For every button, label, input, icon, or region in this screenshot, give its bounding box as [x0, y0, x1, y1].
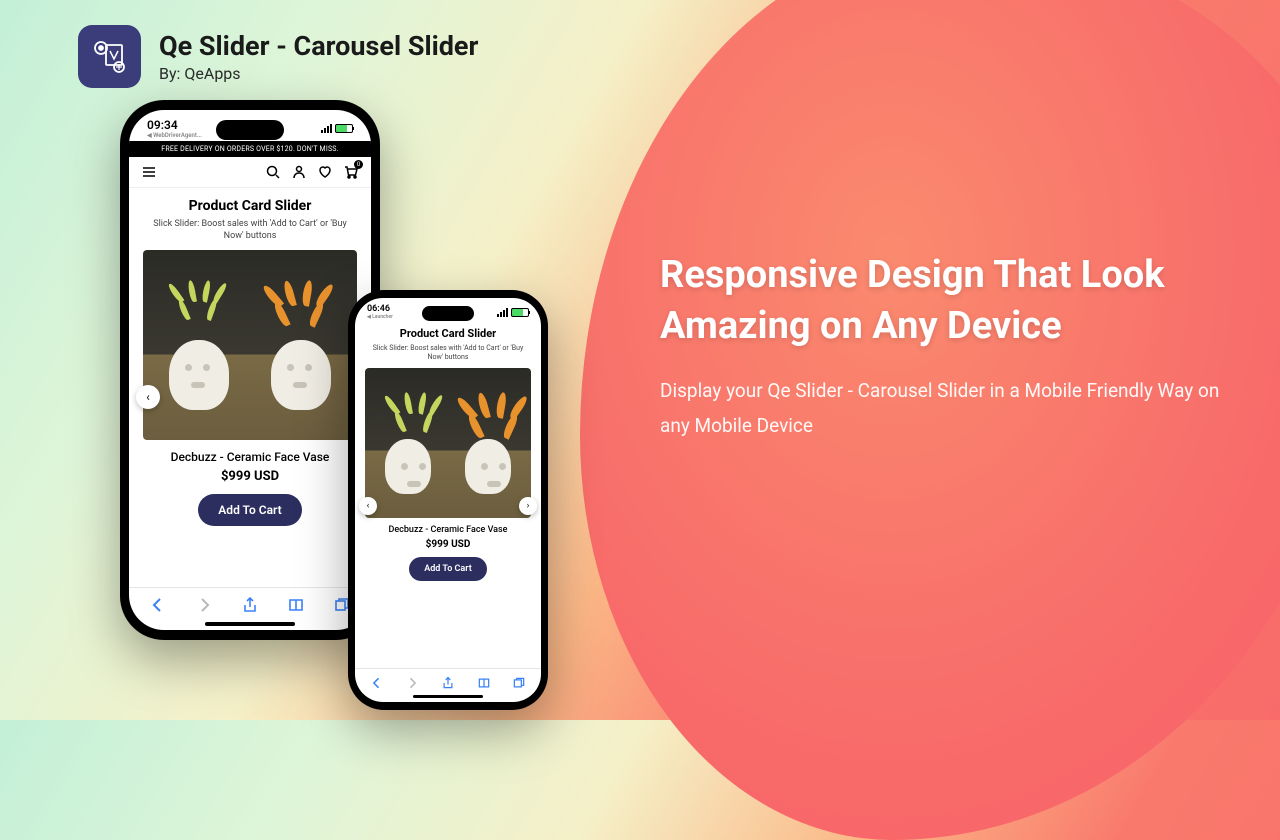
phone-large: 09:34◀ WebDriverAgent... FREE DELIVERY O… — [120, 100, 380, 640]
heart-icon[interactable] — [317, 164, 333, 180]
page-content: Product Card Slider Slick Slider: Boost … — [355, 321, 541, 668]
app-icon — [78, 25, 141, 88]
promo-banner: FREE DELIVERY ON ORDERS OVER $120. DON'T… — [129, 141, 371, 157]
forward-icon[interactable] — [195, 596, 213, 614]
hero-text: Responsive Design That Look Amazing on A… — [660, 250, 1220, 443]
share-icon[interactable] — [441, 675, 455, 689]
phone-small: 06:46◀ Launcher Product Card Slider Slic… — [348, 290, 548, 710]
browser-toolbar — [355, 668, 541, 693]
slider-title: Product Card Slider — [143, 198, 357, 214]
dynamic-island — [216, 120, 284, 140]
signal-icon — [497, 308, 508, 317]
product-image[interactable] — [143, 250, 357, 440]
status-time: 06:46 — [367, 304, 390, 314]
bookmarks-icon[interactable] — [287, 596, 305, 614]
dynamic-island — [422, 306, 474, 321]
home-indicator — [205, 622, 295, 626]
status-time: 09:34 — [147, 118, 178, 132]
battery-icon — [511, 308, 529, 317]
battery-icon — [335, 124, 353, 133]
app-title: Qe Slider - Carousel Slider — [159, 30, 478, 62]
cart-icon[interactable] — [343, 164, 359, 180]
signal-icon — [321, 124, 332, 133]
hero-heading: Responsive Design That Look Amazing on A… — [660, 250, 1220, 353]
app-author: By: QeApps — [159, 64, 478, 83]
site-header — [129, 157, 371, 188]
slider-subtitle: Slick Slider: Boost sales with 'Add to C… — [365, 344, 531, 363]
add-to-cart-button[interactable]: Add To Cart — [198, 494, 301, 526]
page-content: Product Card Slider Slick Slider: Boost … — [129, 188, 371, 587]
back-icon[interactable] — [370, 675, 384, 689]
search-icon[interactable] — [265, 164, 281, 180]
hero-subtext: Display your Qe Slider - Carousel Slider… — [660, 373, 1220, 443]
tabs-icon[interactable] — [512, 675, 526, 689]
carousel-prev-button[interactable]: ‹ — [359, 497, 377, 515]
carousel-next-button[interactable]: › — [519, 497, 537, 515]
browser-toolbar — [129, 587, 371, 620]
status-indicators — [497, 304, 529, 320]
product-name: Decbuzz - Ceramic Face Vase — [143, 450, 357, 464]
status-source: ◀ Launcher — [367, 314, 393, 320]
status-source: ◀ WebDriverAgent... — [147, 132, 202, 139]
product-image[interactable] — [365, 368, 531, 518]
menu-icon[interactable] — [141, 164, 157, 180]
slider-title: Product Card Slider — [365, 327, 531, 340]
home-indicator — [413, 695, 483, 698]
app-header: Qe Slider - Carousel Slider By: QeApps — [78, 25, 478, 88]
back-icon[interactable] — [149, 596, 167, 614]
product-price: $999 USD — [365, 539, 531, 550]
add-to-cart-button[interactable]: Add To Cart — [409, 557, 487, 581]
bookmarks-icon[interactable] — [477, 675, 491, 689]
share-icon[interactable] — [241, 596, 259, 614]
status-indicators — [321, 118, 353, 139]
user-icon[interactable] — [291, 164, 307, 180]
forward-icon[interactable] — [405, 675, 419, 689]
product-name: Decbuzz - Ceramic Face Vase — [365, 525, 531, 535]
product-price: $999 USD — [143, 469, 357, 484]
slider-subtitle: Slick Slider: Boost sales with 'Add to C… — [143, 218, 357, 242]
